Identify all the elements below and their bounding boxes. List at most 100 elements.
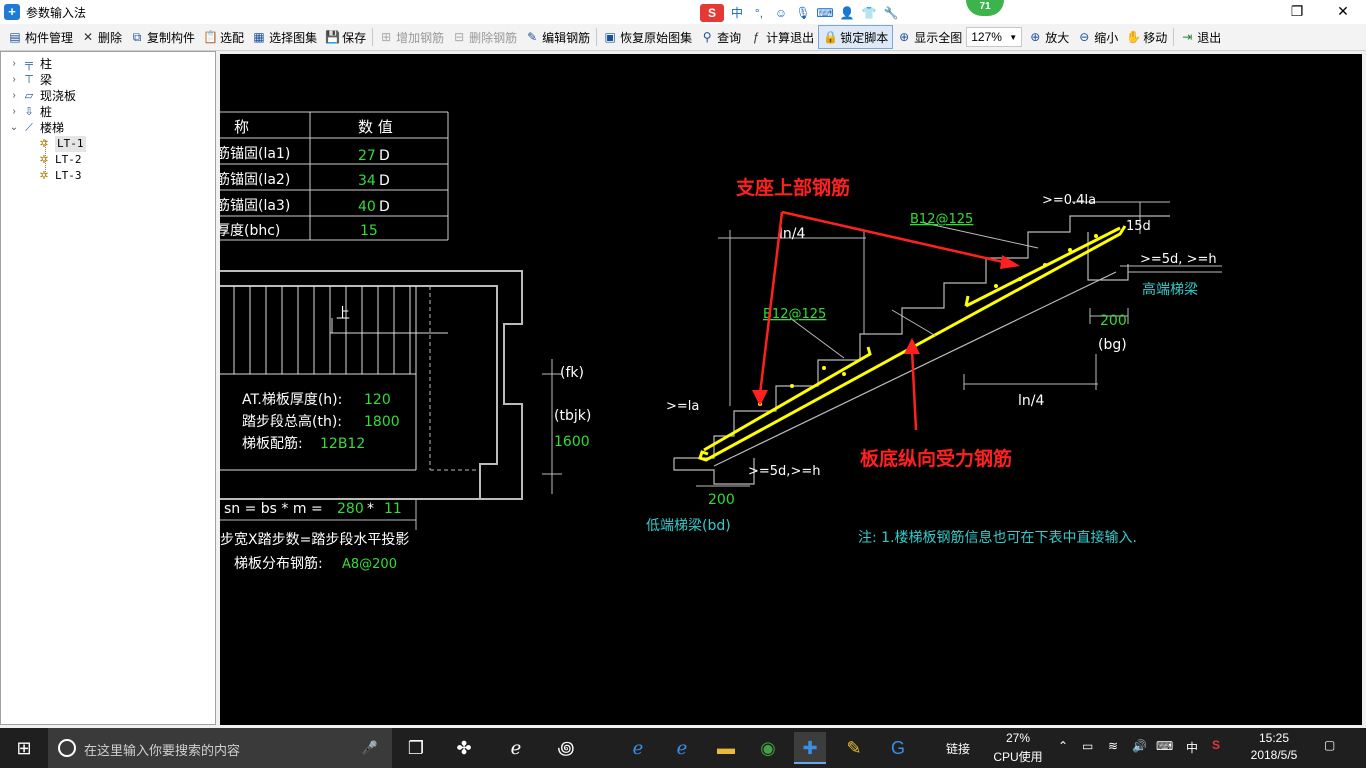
keyboard-icon[interactable]: ⌨	[1156, 739, 1173, 753]
tree-node-lt-2[interactable]: ✲ LT-2	[37, 152, 81, 168]
skin-icon[interactable]: 👕	[860, 4, 878, 22]
table-row-value[interactable]: 40	[358, 199, 376, 215]
tree-node-pile[interactable]: › ⇩ 桩	[9, 104, 52, 120]
taskbar-search[interactable]: 在这里输入你要搜索的内容 🎤	[48, 728, 392, 768]
ie-icon[interactable]: ℯ	[666, 732, 698, 764]
ime-toolbar[interactable]: S 中 °, ☺ 🎙 ⌨ 👤 👕 🔧	[700, 2, 900, 24]
rebar-value[interactable]: 12B12	[320, 436, 365, 452]
folder-icon[interactable]: ▬	[710, 732, 742, 764]
formula-m-value[interactable]: 11	[384, 501, 402, 517]
low-beam-width-value[interactable]: 200	[708, 492, 735, 508]
pile-icon: ⇩	[24, 106, 34, 118]
edit-rebar-button[interactable]: ✎ 编辑钢筋	[521, 26, 594, 48]
clock-date[interactable]: 2018/5/5	[1244, 748, 1304, 762]
windows-start-icon[interactable]: ⊞	[8, 732, 40, 764]
wifi-icon[interactable]: ≋	[1108, 739, 1118, 753]
delete-rebar-button[interactable]: ⊟ 删除钢筋	[448, 26, 521, 48]
tree-node-lt-1[interactable]: ✲ LT-1	[37, 136, 86, 152]
collapse-icon[interactable]: ⌄	[9, 120, 19, 136]
zoom-out-button[interactable]: ⊖ 缩小	[1073, 26, 1122, 48]
zoom-level-select[interactable]: 127% ▼	[966, 27, 1023, 47]
edit-rebar-icon: ✎	[527, 30, 538, 44]
component-manage-button[interactable]: ▤ 构件管理	[0, 26, 77, 48]
stair-icon: ⟋	[25, 122, 33, 134]
high-beam-width-value[interactable]: 200	[1100, 313, 1127, 329]
copy-component-button[interactable]: ⧉ 复制构件	[126, 26, 199, 48]
chevron-up-icon[interactable]: ⌃	[1058, 739, 1068, 753]
add-rebar-button[interactable]: ⊞ 增加钢筋	[375, 26, 448, 48]
table-header-name: 称	[234, 118, 249, 136]
expand-icon[interactable]: ›	[9, 56, 19, 72]
sogou-tray-icon[interactable]: S	[1212, 738, 1220, 752]
tbjk-value[interactable]: 1600	[554, 434, 590, 450]
distribution-rebar-value[interactable]: A8@200	[342, 557, 397, 572]
tree-node-beam[interactable]: › ⊤ 梁	[9, 72, 52, 88]
ime-lang-toggle[interactable]: 中	[728, 4, 746, 22]
add-rebar-icon: ⊞	[381, 30, 392, 44]
table-row-value[interactable]: 15	[360, 223, 378, 239]
expand-icon[interactable]: ›	[9, 88, 19, 104]
table-row-name: 筋锚固(la2)	[220, 171, 290, 188]
param-input-app-icon[interactable]: ✚	[794, 732, 826, 764]
edge-browser-icon[interactable]: ℯ	[622, 732, 654, 764]
volume-icon[interactable]: 🔊	[1132, 739, 1147, 753]
tree-node-stair[interactable]: ⌄ ⟋ 楼梯	[9, 120, 64, 136]
calc-exit-button[interactable]: ƒ 计算退出	[745, 26, 818, 48]
link-label[interactable]: 链接	[946, 740, 970, 757]
restore-atlas-button[interactable]: ▣ 恢复原始图集	[599, 26, 696, 48]
save-button[interactable]: 💾 保存	[321, 26, 370, 48]
windows-taskbar: ⊞ 在这里输入你要搜索的内容 🎤 ❐ ✤ ℯ ꩜ ℯ ℯ ▬ ◉ ✚ ✎ G 链…	[0, 728, 1366, 768]
stair-slab-soffit	[713, 271, 1117, 467]
tree-node-slab[interactable]: › ▱ 现浇板	[9, 88, 76, 104]
tree-node-lt-3[interactable]: ✲ LT-3	[37, 168, 81, 184]
exit-button[interactable]: ⇥ 退出	[1176, 26, 1225, 48]
clock-time[interactable]: 15:25	[1244, 731, 1304, 745]
sogou-logo-icon[interactable]: S	[700, 4, 724, 22]
lock-script-button[interactable]: 🔒 锁定脚本	[818, 25, 894, 49]
tree-node-column[interactable]: › ╤ 柱	[9, 56, 52, 72]
notification-badge[interactable]: 71	[966, 0, 1004, 16]
zoom-in-button[interactable]: ⊕ 放大	[1024, 26, 1073, 48]
spiral-app-icon[interactable]: ꩜	[550, 732, 582, 764]
close-button[interactable]: ✕	[1320, 0, 1366, 24]
expand-icon[interactable]: ›	[9, 104, 19, 120]
drawing-canvas[interactable]: 称 数 值 筋锚固(la1) 27 D 筋锚固(la2) 34 D 筋锚固(la…	[220, 54, 1362, 725]
formula-bs-value[interactable]: 280	[337, 501, 364, 517]
pinwheel-app-icon[interactable]: ✤	[448, 732, 480, 764]
restore-button[interactable]: ❐	[1274, 0, 1320, 24]
task-view-icon[interactable]: ❐	[400, 732, 432, 764]
thickness-value[interactable]: 120	[364, 392, 391, 408]
select-atlas-button[interactable]: ▦ 选择图集	[248, 26, 321, 48]
ime-lang-indicator[interactable]: 中	[1186, 739, 1198, 756]
query-button[interactable]: ⚲ 查询	[696, 26, 745, 48]
table-row-value[interactable]: 34	[358, 173, 376, 189]
table-row-value[interactable]: 27	[358, 148, 376, 164]
expand-icon[interactable]: ›	[9, 72, 19, 88]
delete-button[interactable]: ✕ 删除	[77, 26, 126, 48]
browser-360-icon[interactable]: ◉	[752, 732, 784, 764]
g-app-icon[interactable]: G	[882, 732, 914, 764]
delete-rebar-icon: ⊟	[454, 30, 465, 44]
notification-center-icon[interactable]: ▢	[1324, 738, 1335, 752]
show-all-button[interactable]: ⊕ 显示全图	[893, 26, 966, 48]
edge-icon[interactable]: ℯ	[500, 732, 532, 764]
notes-app-icon[interactable]: ✎	[838, 732, 870, 764]
keyboard-icon[interactable]: ⌨	[816, 4, 834, 22]
beam-icon: ⊤	[24, 74, 34, 86]
b12-mid-label[interactable]: B12@125	[763, 307, 826, 322]
bottom-rebar-label: 板底纵向受力钢筋	[860, 447, 1012, 470]
height-value[interactable]: 1800	[364, 414, 400, 430]
punctuation-icon[interactable]: °,	[750, 4, 768, 22]
emoji-icon[interactable]: ☺	[772, 4, 790, 22]
plan-height-dimension	[542, 359, 562, 494]
select-config-button[interactable]: 📋 选配	[199, 26, 248, 48]
clipboard-icon: 📋	[203, 30, 218, 44]
b12-top-label[interactable]: B12@125	[910, 212, 973, 227]
battery-icon[interactable]: ▭	[1082, 739, 1093, 753]
copy-icon: ⧉	[132, 30, 142, 44]
voice-icon[interactable]: 🎙	[794, 4, 812, 22]
user-icon[interactable]: 👤	[838, 4, 856, 22]
tool-icon[interactable]: 🔧	[882, 4, 900, 22]
move-button[interactable]: ✋ 移动	[1122, 26, 1171, 48]
mic-icon[interactable]: 🎤	[362, 740, 378, 756]
